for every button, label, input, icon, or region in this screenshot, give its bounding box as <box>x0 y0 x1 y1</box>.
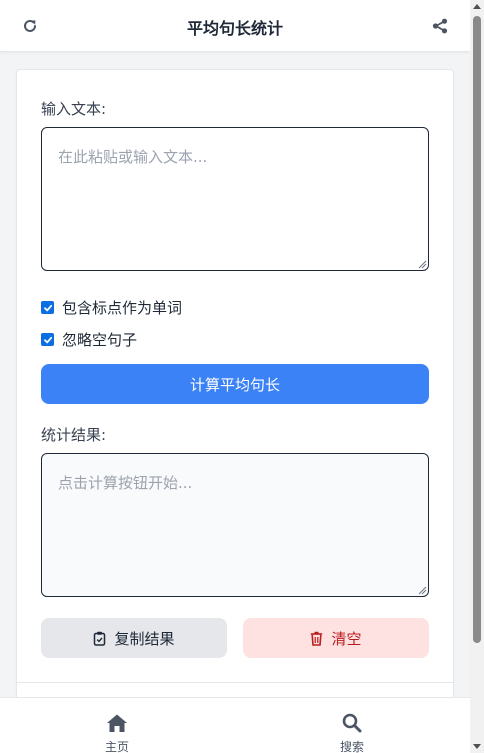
copy-result-button[interactable]: 复制结果 <box>41 618 227 658</box>
include-punctuation-checkbox[interactable] <box>41 301 54 314</box>
checkmark-icon <box>43 304 52 311</box>
trash-icon <box>310 631 323 646</box>
resize-grip-icon[interactable] <box>417 259 427 269</box>
app-root: 平均句长统计 输入文本: 包含标点作为单词 <box>0 0 484 753</box>
calculate-button[interactable]: 计算平均句长 <box>41 364 429 404</box>
share-button[interactable] <box>430 16 450 36</box>
input-textarea[interactable] <box>41 127 429 271</box>
home-icon <box>87 712 147 734</box>
top-app-bar: 平均句长统计 <box>0 0 470 52</box>
clear-label: 清空 <box>331 629 362 648</box>
vertical-scrollbar[interactable] <box>470 0 484 753</box>
page-title: 平均句长统计 <box>186 19 283 38</box>
scrollbar-thumb[interactable] <box>473 16 481 643</box>
option-ignore-empty[interactable]: 忽略空句子 <box>41 329 137 350</box>
result-label: 统计结果: <box>41 426 107 444</box>
card-divider <box>17 682 453 683</box>
nav-item-home[interactable]: 主页 <box>87 712 147 753</box>
input-label: 输入文本: <box>41 100 107 118</box>
nav-label-search: 搜索 <box>339 740 364 753</box>
nav-item-search[interactable]: 搜索 <box>322 712 382 753</box>
result-textarea[interactable] <box>41 453 429 597</box>
ignore-empty-label: 忽略空句子 <box>62 331 138 349</box>
resize-grip-icon[interactable] <box>417 585 427 595</box>
copy-result-label: 复制结果 <box>114 629 175 648</box>
nav-label-home: 主页 <box>104 740 129 753</box>
scroll-down-icon[interactable] <box>473 744 481 749</box>
main-card: 输入文本: 包含标点作为单词 忽略空句子 计算平均句长 统计结果: <box>16 69 454 709</box>
ignore-empty-checkbox[interactable] <box>41 333 54 346</box>
include-punctuation-label: 包含标点作为单词 <box>62 299 183 317</box>
clear-button[interactable]: 清空 <box>243 618 429 658</box>
checkmark-icon <box>43 336 52 343</box>
scroll-up-icon[interactable] <box>473 4 481 9</box>
option-include-punctuation[interactable]: 包含标点作为单词 <box>41 297 182 318</box>
share-icon <box>432 18 448 34</box>
clipboard-icon <box>93 631 106 646</box>
action-buttons: 复制结果 清空 <box>41 618 429 658</box>
bottom-nav: 主页 搜索 <box>0 697 470 753</box>
search-icon <box>322 712 382 734</box>
